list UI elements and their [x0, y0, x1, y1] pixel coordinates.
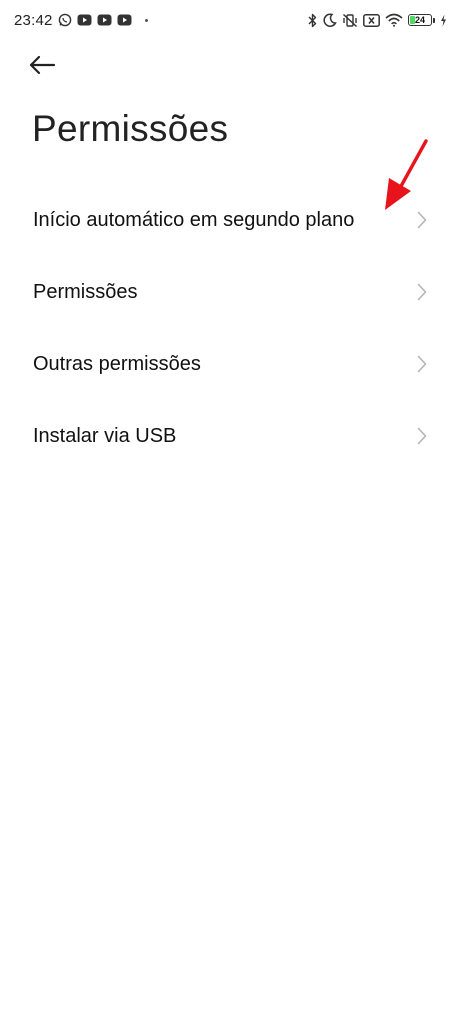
battery-icon: 24: [408, 14, 435, 26]
status-bar-left: 23:42: [14, 12, 148, 29]
menu-item-label: Início automático em segundo plano: [33, 208, 355, 231]
chevron-right-icon: [417, 427, 427, 445]
youtube-icon: [97, 14, 112, 26]
status-bar: 23:42 24: [0, 0, 461, 40]
menu-item-permissions[interactable]: Permissões: [0, 256, 461, 328]
sim-off-icon: [363, 13, 380, 27]
red-arrow-annotation: [380, 138, 432, 219]
youtube-icon: [77, 14, 92, 26]
chevron-right-icon: [417, 355, 427, 373]
youtube-icon: [117, 14, 132, 26]
menu-item-install-via-usb[interactable]: Instalar via USB: [0, 400, 461, 472]
chevron-right-icon: [417, 283, 427, 301]
wifi-icon: [385, 13, 403, 27]
arrow-left-icon: [28, 55, 56, 80]
status-time: 23:42: [14, 11, 53, 29]
charging-icon: [440, 14, 447, 27]
back-button[interactable]: [28, 50, 68, 84]
permissions-menu: Início automático em segundo plano Permi…: [0, 184, 461, 472]
bluetooth-icon: [307, 13, 318, 28]
page-title: Permissões: [32, 108, 229, 149]
battery-indicator: 24: [408, 14, 432, 26]
status-bar-right: 24: [307, 13, 447, 28]
dot-icon: [144, 18, 148, 22]
menu-item-label: Instalar via USB: [33, 424, 177, 447]
menu-item-label: Permissões: [33, 280, 138, 303]
battery-level: 24: [414, 14, 425, 25]
battery-cap: [433, 17, 435, 23]
whatsapp-icon: [58, 13, 72, 27]
vibrate-off-icon: [342, 13, 358, 28]
menu-item-label: Outras permissões: [33, 352, 201, 375]
menu-item-other-permissions[interactable]: Outras permissões: [0, 328, 461, 400]
moon-icon: [323, 13, 337, 27]
